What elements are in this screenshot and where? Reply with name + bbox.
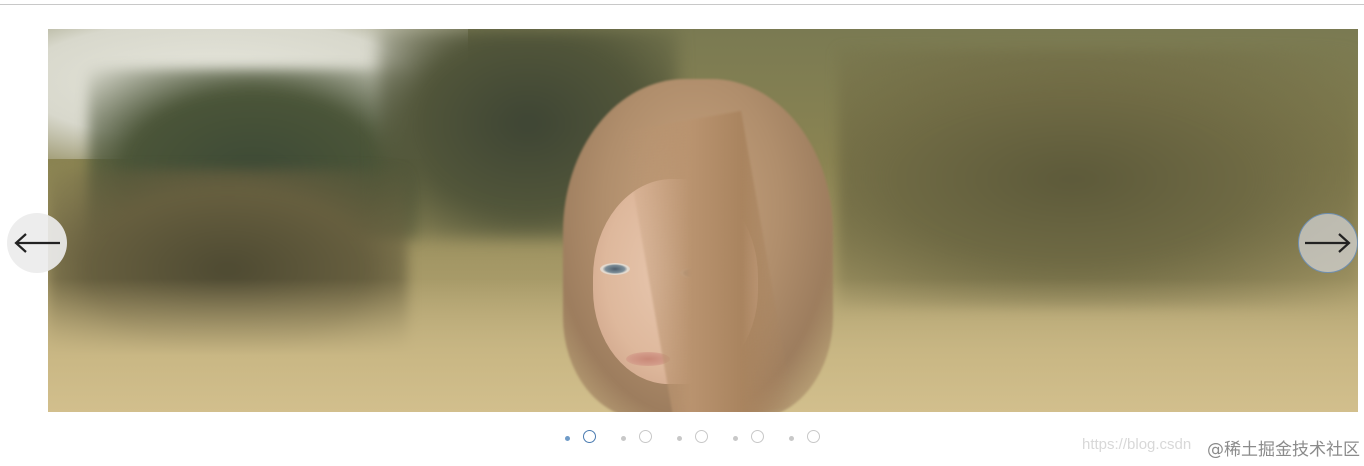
arrow-right-icon [1305,233,1351,253]
pagination-dot-1[interactable] [560,428,600,448]
pagination-dot-3[interactable] [672,428,712,448]
dot-icon [789,436,794,441]
pagination-dot-2[interactable] [616,428,656,448]
top-divider [0,4,1364,5]
dot-icon [565,436,570,441]
pagination-dot-4[interactable] [728,428,768,448]
arrow-left-icon [14,233,60,253]
carousel-next-button[interactable] [1298,213,1358,273]
watermark-url: https://blog.csdn [1082,436,1192,453]
dot-icon [677,436,682,441]
image-carousel[interactable] [48,29,1358,412]
ring-icon [583,430,596,443]
ring-icon [639,430,652,443]
carousel-prev-button[interactable] [7,213,67,273]
ring-icon [751,430,764,443]
pagination-dot-5[interactable] [784,428,824,448]
dot-icon [621,436,626,441]
carousel-pagination [560,428,830,448]
carousel-slide-image [48,29,1358,412]
watermark-community: @稀土掘金技术社区 [1207,440,1360,460]
ring-icon [695,430,708,443]
dot-icon [733,436,738,441]
ring-icon [807,430,820,443]
